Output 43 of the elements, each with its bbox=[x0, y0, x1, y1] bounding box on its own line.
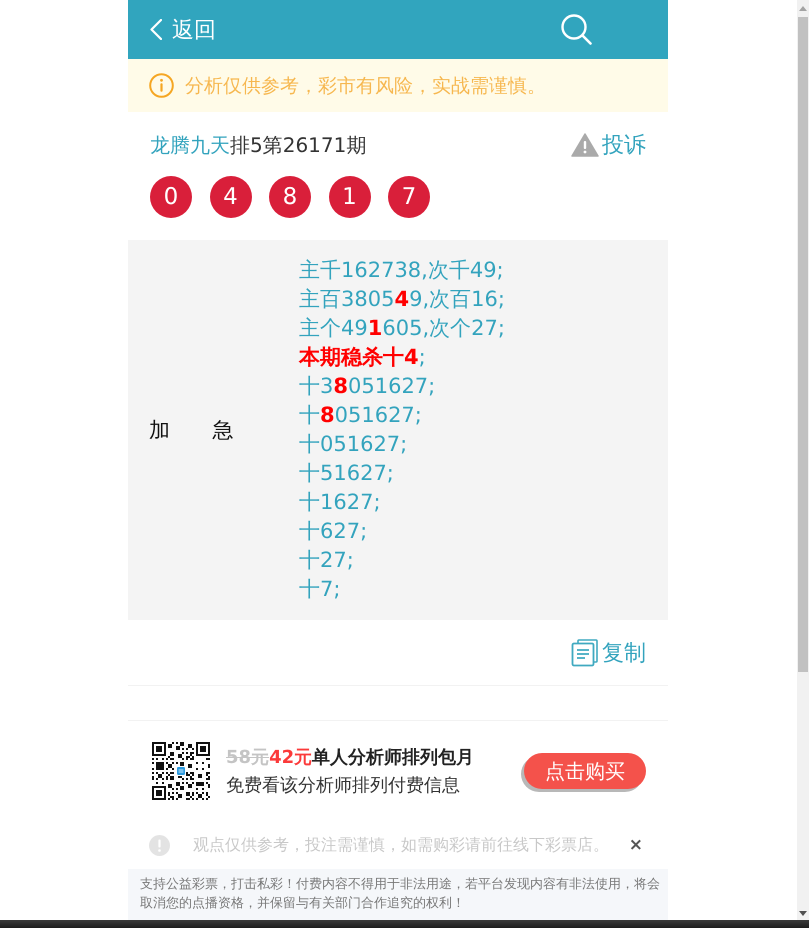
copy-button[interactable]: 复制 bbox=[571, 638, 646, 668]
alert-icon bbox=[149, 834, 170, 856]
close-button[interactable]: × bbox=[628, 835, 643, 855]
prediction-line: 本期稳杀十4; bbox=[299, 344, 427, 371]
qr-code-icon bbox=[152, 742, 210, 800]
prediction-line: 主个491605,次个27; bbox=[299, 315, 505, 342]
number-ball: 4 bbox=[210, 176, 252, 218]
prediction-line: 主百380549,次百16; bbox=[299, 286, 505, 313]
scrollbar-thumb[interactable] bbox=[798, 17, 808, 672]
buy-button[interactable]: 点击购买 bbox=[524, 753, 646, 789]
original-price: 58元 bbox=[226, 746, 270, 770]
prediction-line: 十051627; bbox=[299, 431, 408, 458]
prediction-line: 主千162738,次千49; bbox=[299, 257, 505, 284]
plan-description: 免费看该分析师排列付费信息 bbox=[226, 774, 461, 798]
prediction-line: 十51627; bbox=[299, 460, 395, 487]
number-ball: 8 bbox=[269, 176, 311, 218]
sale-price: 42元 bbox=[269, 746, 312, 770]
warning-icon bbox=[571, 133, 599, 157]
risk-notice-text: 分析仅供参考，彩市有风险，实战需谨慎。 bbox=[185, 74, 546, 98]
scrollbar[interactable] bbox=[797, 0, 809, 920]
analyst-link[interactable]: 龙腾九天 bbox=[150, 132, 230, 158]
number-ball: 0 bbox=[150, 176, 192, 218]
prediction-line: 十27; bbox=[299, 547, 355, 574]
scroll-down-icon[interactable] bbox=[799, 911, 807, 916]
prediction-line: 十8051627; bbox=[299, 402, 423, 429]
number-ball: 7 bbox=[388, 176, 430, 218]
back-button[interactable]: 返回 bbox=[150, 14, 216, 44]
scroll-up-icon[interactable] bbox=[799, 6, 807, 11]
chevron-left-icon bbox=[150, 19, 162, 40]
legal-notice: 支持公益彩票，打击私彩！付费内容不得用于非法用途，若平台发现内容有非法使用，将会取消您的点播资格，并保留与有关部门合作追究的权利！ bbox=[128, 869, 668, 920]
plan-title: 单人分析师排列包月 bbox=[312, 746, 474, 770]
number-ball: 1 bbox=[328, 176, 370, 218]
prediction-line: 十7; bbox=[299, 576, 342, 603]
prediction-line: 十627; bbox=[299, 518, 368, 545]
prediction-line: 十1627; bbox=[299, 489, 382, 516]
priority-label: 加 急 bbox=[149, 417, 235, 444]
complaint-button[interactable]: 投诉 bbox=[571, 130, 646, 160]
search-icon bbox=[561, 14, 592, 45]
issue-title: 排5第26171期 bbox=[230, 132, 366, 158]
document-icon bbox=[571, 638, 598, 666]
prediction-line: 十38051627; bbox=[299, 373, 436, 400]
search-button[interactable] bbox=[561, 14, 592, 45]
info-icon bbox=[149, 73, 174, 98]
